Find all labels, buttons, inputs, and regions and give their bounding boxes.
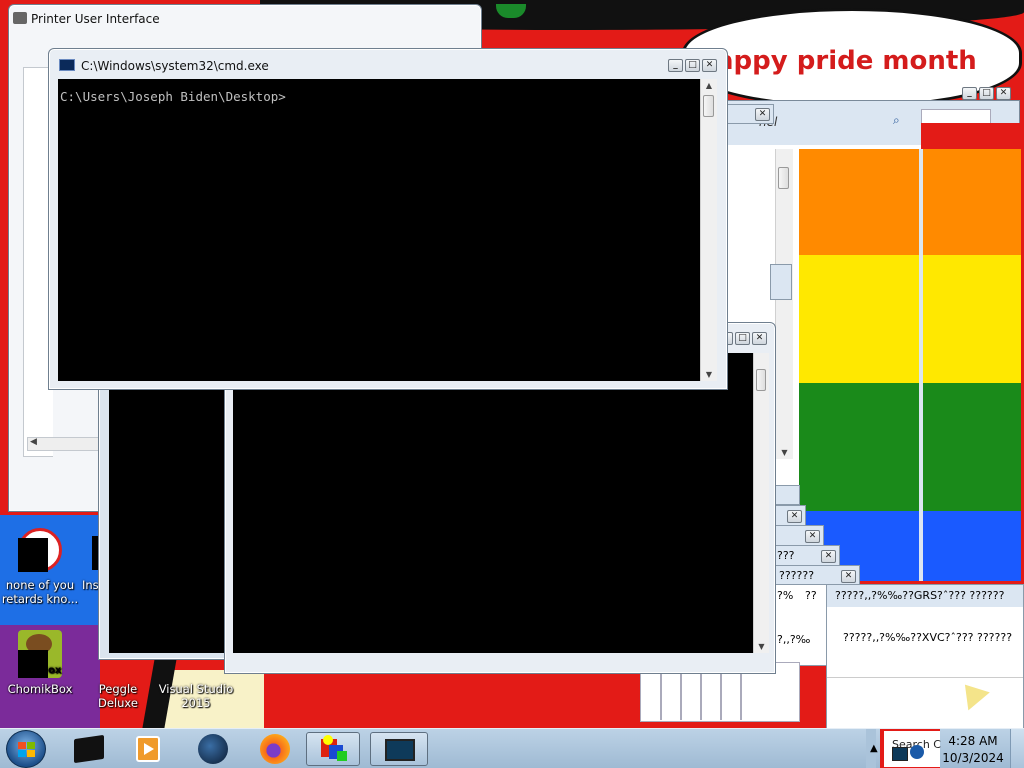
flag-blue-band-2 xyxy=(923,511,1021,581)
control-panel-scrollbar[interactable]: ▼ xyxy=(775,149,793,459)
desktop-icon-label: none of you retards kno... xyxy=(1,578,79,606)
flag-red-band xyxy=(921,123,1021,149)
tray-network-icon[interactable] xyxy=(910,745,924,759)
maximize-button[interactable]: □ xyxy=(685,59,700,72)
clock-date[interactable]: 10/3/2024 xyxy=(938,751,1008,765)
close-button[interactable]: ✕ xyxy=(996,87,1011,100)
error-dialog-title: ?????,,?%‰??GRS?ˆ??? ?????? xyxy=(835,589,1005,602)
cmd-window-back-1[interactable] xyxy=(98,380,228,660)
desktop-icon-peggle[interactable]: Peggle Deluxe xyxy=(78,682,158,710)
error-dialog-footer xyxy=(827,677,1023,729)
clock-time[interactable]: 4:28 AM xyxy=(938,734,1008,748)
close-button[interactable]: ✕ xyxy=(805,530,820,543)
desktop-icon-text-file[interactable]: none of you retards kno... xyxy=(0,526,80,606)
taskbar: ▲ Search C 4:28 AM 10/3/2024 xyxy=(0,728,1024,768)
shapes-app-icon[interactable] xyxy=(306,732,360,766)
close-button[interactable]: ✕ xyxy=(787,510,802,523)
printer-window-title: Printer User Interface xyxy=(31,12,160,26)
maximize-button[interactable]: □ xyxy=(735,332,750,345)
error-dialog-edge: ??? ✕ xyxy=(774,545,840,567)
divider xyxy=(680,670,682,720)
tray-up-arrow-icon[interactable]: ▲ xyxy=(870,743,878,754)
minimize-button[interactable]: _ xyxy=(962,87,977,100)
chomikbox-icon: ox xyxy=(16,630,64,678)
desktop-icon-label: ChomikBox xyxy=(7,682,73,696)
firefox-icon[interactable] xyxy=(248,732,302,766)
show-desktop-button[interactable] xyxy=(1010,729,1024,768)
error-dialog-text: ?? xyxy=(805,589,817,602)
flag-yellow-band xyxy=(799,255,919,383)
scroll-thumb[interactable] xyxy=(778,167,789,189)
scroll-down-icon[interactable]: ▼ xyxy=(701,370,717,379)
divider xyxy=(660,670,662,720)
error-dialog-stack: ?% ?? ?,,?‰ xyxy=(774,584,828,666)
cmd-window[interactable]: C:\Windows\system32\cmd.exe _ □ ✕ C:\Use… xyxy=(48,48,728,390)
monitor-app-icon[interactable] xyxy=(370,732,428,766)
cmd-window-title: C:\Windows\system32\cmd.exe xyxy=(81,59,269,73)
error-dialog-text: ?,,?‰ xyxy=(777,633,811,646)
scroll-thumb[interactable] xyxy=(703,95,714,117)
cmd-console xyxy=(233,353,753,653)
cmd-prompt: C:\Users\Joseph Biden\Desktop> xyxy=(60,89,286,104)
close-button[interactable]: ✕ xyxy=(752,332,767,345)
cmd-window-buttons: _ □ ✕ xyxy=(668,59,717,72)
close-button[interactable]: ✕ xyxy=(841,570,856,583)
cmd-scrollbar[interactable]: ▼ xyxy=(753,353,769,653)
scroll-left-icon: ◀ xyxy=(30,437,37,447)
media-player-icon[interactable] xyxy=(120,732,174,766)
error-dialog-message: ?????,,?%‰??XVC?ˆ??? ?????? xyxy=(843,631,1013,644)
globe-app-icon[interactable] xyxy=(186,732,240,766)
cmd-app-icon xyxy=(59,59,75,71)
windows-orb-icon[interactable] xyxy=(6,730,46,768)
flag-yellow-band-2 xyxy=(923,255,1021,383)
maximize-button[interactable]: □ xyxy=(979,87,994,100)
minimize-button[interactable]: _ xyxy=(668,59,683,72)
flag-green-band xyxy=(799,383,919,511)
cmd-scrollbar[interactable]: ▲ ▼ xyxy=(700,79,717,381)
error-dialog-front[interactable]: ?????,,?%‰??GRS?ˆ??? ?????? ?????,,?%‰??… xyxy=(826,584,1024,729)
error-dialog-title: ??? xyxy=(777,549,795,562)
window-stack-edge: ✕ xyxy=(726,104,774,124)
redflag-file-icon xyxy=(16,526,64,574)
flag-divider xyxy=(919,149,923,581)
error-dialog-title: ?????? xyxy=(779,569,815,582)
search-icon[interactable]: ⌕ xyxy=(893,113,900,128)
error-dialog-edge: ✕ xyxy=(774,525,824,547)
scroll-down-icon[interactable]: ▼ xyxy=(754,642,769,651)
window-stack-edge xyxy=(770,264,792,300)
divider xyxy=(720,670,722,720)
error-dialog-edge: ✕ xyxy=(772,505,806,527)
error-dialog-text: ?% xyxy=(777,589,794,602)
black-box-app-icon[interactable] xyxy=(62,732,116,766)
desktop-icon-label: Peggle Deluxe xyxy=(98,682,138,710)
close-button[interactable]: ✕ xyxy=(702,59,717,72)
control-panel-window-buttons: _ □ ✕ xyxy=(962,87,1011,100)
tray-monitor-icon[interactable] xyxy=(892,747,908,761)
scroll-down-icon[interactable]: ▼ xyxy=(776,448,793,457)
cmd-console xyxy=(109,387,225,653)
flag-orange-band xyxy=(799,149,919,255)
desktop-icon-chomikbox[interactable]: ox ChomikBox xyxy=(0,630,80,696)
divider xyxy=(740,670,742,720)
desktop-icon-visual-studio[interactable]: Visual Studio 2015 xyxy=(156,682,236,710)
banner-text: appy pride month xyxy=(716,46,977,76)
close-button[interactable]: ✕ xyxy=(755,108,770,121)
printer-hscroll[interactable]: ◀ xyxy=(27,437,107,451)
desktop-icon-label: Visual Studio 2015 xyxy=(158,682,234,710)
close-button[interactable]: ✕ xyxy=(821,550,836,563)
flag-orange-band-2 xyxy=(923,149,1021,255)
flag-green-band-2 xyxy=(923,383,1021,511)
scroll-up-icon[interactable]: ▲ xyxy=(701,81,717,90)
scroll-thumb[interactable] xyxy=(756,369,766,391)
divider xyxy=(700,670,702,720)
printer-icon xyxy=(13,12,27,24)
cmd-console[interactable]: C:\Users\Joseph Biden\Desktop> xyxy=(58,79,700,381)
tray-search-peek: Search C xyxy=(884,731,941,767)
